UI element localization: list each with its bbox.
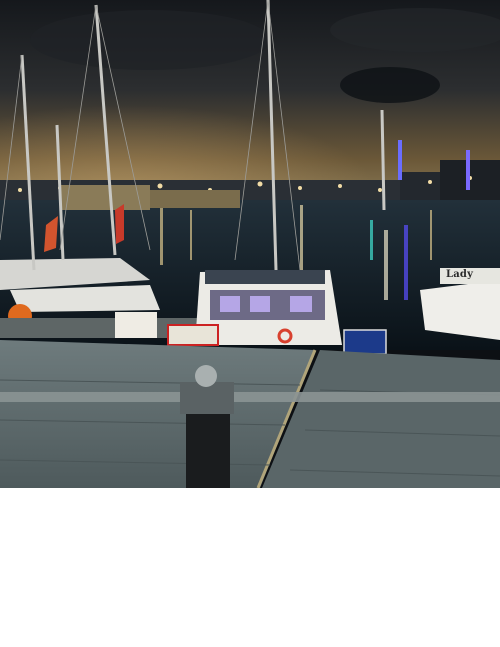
cloud — [30, 10, 270, 70]
blue-info-sign — [343, 329, 387, 355]
sign-board — [115, 312, 157, 338]
catamaran-solar-roof — [205, 270, 325, 284]
blue-light — [466, 150, 470, 190]
railing-bar — [0, 392, 500, 402]
sign-board — [167, 324, 219, 346]
boat-name-label: Lady — [446, 269, 474, 280]
moored-boat — [150, 190, 240, 208]
marina-night-photo: Lady — [0, 0, 500, 488]
railing-post-knob — [195, 365, 217, 387]
red-flag — [115, 204, 124, 244]
cloud — [340, 67, 440, 103]
blue-light — [398, 140, 402, 180]
blank-area — [0, 488, 500, 647]
marina-scene — [0, 0, 500, 488]
cabin-lights — [220, 296, 312, 312]
